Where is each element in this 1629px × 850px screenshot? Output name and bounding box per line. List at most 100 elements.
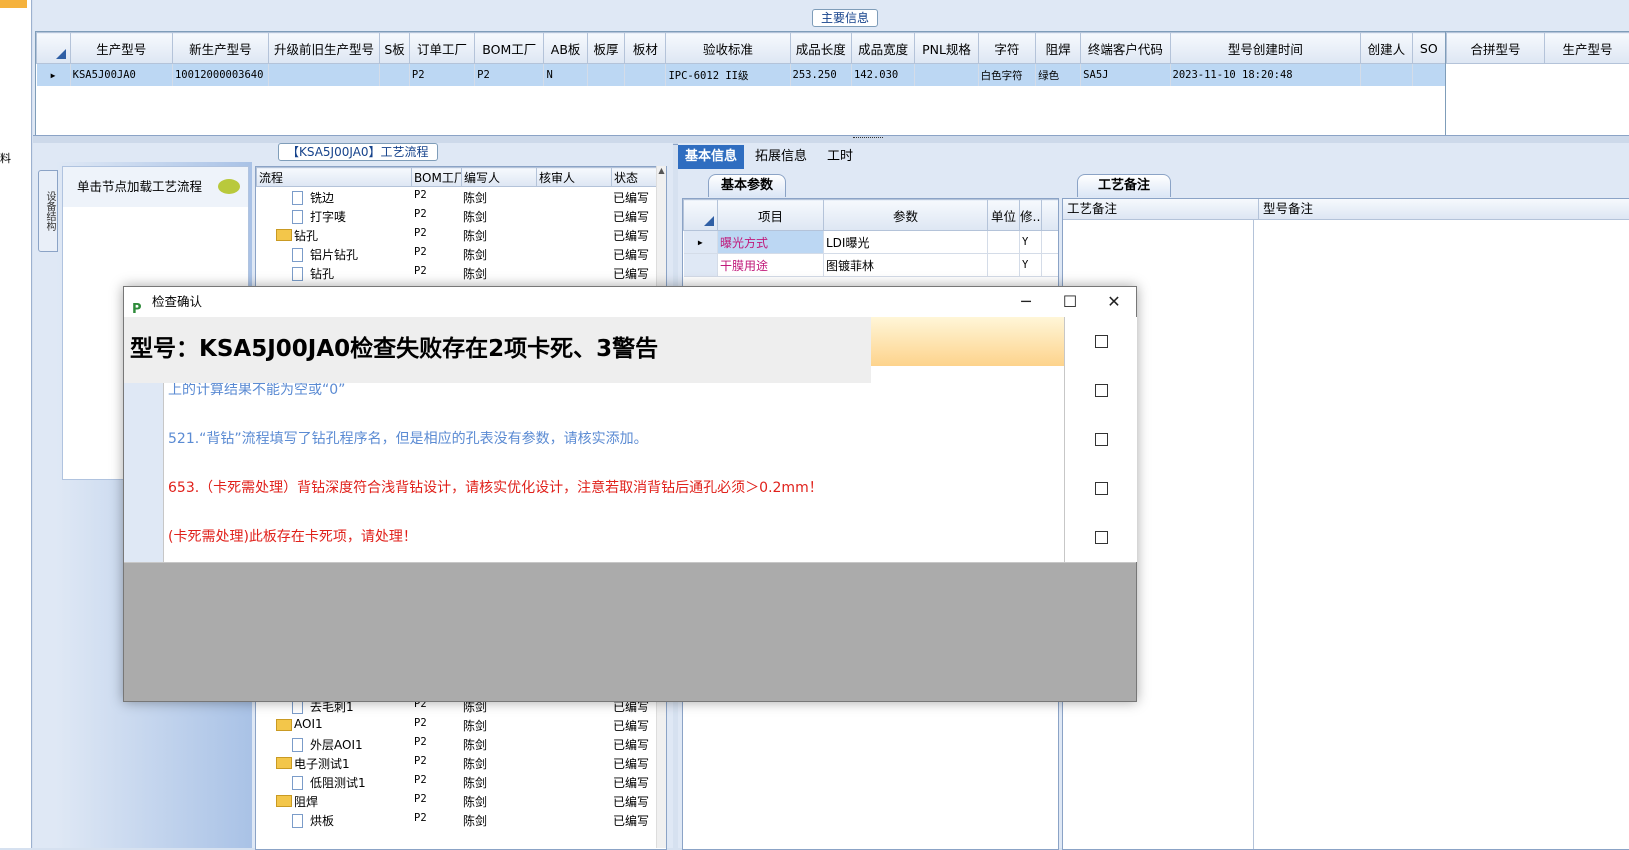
- col-header[interactable]: 订单工厂: [409, 33, 474, 64]
- message-row[interactable]: 521.“背钻”流程填写了钻孔程序名，但是相应的孔表没有参数，请核实添加。: [124, 415, 1136, 465]
- node-hint-header[interactable]: 单击节点加载工艺流程: [63, 167, 248, 207]
- checkbox-cell: [1064, 513, 1137, 562]
- param-mod-cell[interactable]: Y: [1020, 231, 1042, 254]
- confirm-checkbox[interactable]: [1095, 482, 1108, 495]
- col-header[interactable]: 新生产型号: [172, 33, 268, 64]
- maximize-button[interactable]: ☐: [1048, 287, 1092, 317]
- table-cell[interactable]: [1361, 64, 1412, 87]
- tree-row[interactable]: 钻孔P2陈剑已编写: [256, 225, 666, 244]
- table-cell[interactable]: IPC-6012 II级: [666, 64, 790, 87]
- row-indicator-header: [684, 200, 718, 231]
- param-col-header[interactable]: 单位: [988, 200, 1020, 231]
- col-header[interactable]: 成品长度: [790, 33, 851, 64]
- message-row[interactable]: 653.（卡死需处理）背钻深度符合浅背钻设计，请核实优化设计，注意若取消背钻后通…: [124, 464, 1136, 514]
- flow-col-header[interactable]: 流程: [257, 168, 412, 187]
- confirm-checkbox[interactable]: [1095, 433, 1108, 446]
- param-item-cell[interactable]: 曝光方式: [718, 231, 824, 254]
- tree-row[interactable]: 电子测试1P2陈剑已编写: [256, 753, 656, 772]
- col-header[interactable]: BOM工厂: [475, 33, 544, 64]
- document-icon: [292, 700, 303, 714]
- param-unit-cell[interactable]: [988, 231, 1020, 254]
- table-cell[interactable]: 绿色: [1036, 64, 1081, 87]
- col-header[interactable]: PNL规格: [915, 33, 978, 64]
- table-cell[interactable]: N: [544, 64, 587, 87]
- tab-extended-info[interactable]: 拓展信息: [748, 145, 814, 169]
- tree-row[interactable]: 钻孔P2陈剑已编写: [256, 263, 666, 282]
- table-cell[interactable]: [587, 64, 624, 87]
- left-strip: 料: [0, 0, 32, 848]
- table-cell[interactable]: 10012000003640: [172, 64, 268, 87]
- tree-row[interactable]: AOI1P2陈剑已编写: [256, 715, 656, 734]
- message-row[interactable]: (卡死需处理)此板存在卡死项，请处理！: [124, 513, 1136, 563]
- table-cell[interactable]: 142.030: [851, 64, 914, 87]
- tree-row[interactable]: 外层AOI1P2陈剑已编写: [256, 734, 656, 753]
- col-header[interactable]: 型号创建时间: [1170, 33, 1361, 64]
- col-header[interactable]: 生产型号: [70, 33, 172, 64]
- param-value-cell[interactable]: 图镀菲林: [824, 254, 988, 277]
- col-header[interactable]: 成品宽度: [851, 33, 914, 64]
- param-col-header[interactable]: 参数: [824, 200, 988, 231]
- side-tab-structure[interactable]: 设备结构: [38, 170, 58, 252]
- confirm-checkbox[interactable]: [1095, 384, 1108, 397]
- flow-col-header[interactable]: BOM工厂: [412, 168, 462, 187]
- col-header[interactable]: 阻焊: [1036, 33, 1081, 64]
- flow-col-header[interactable]: 编写人: [462, 168, 537, 187]
- tree-row[interactable]: 打字唛P2陈剑已编写: [256, 206, 666, 225]
- table-cell[interactable]: [915, 64, 978, 87]
- param-value-cell[interactable]: LDI曝光: [824, 231, 988, 254]
- col-header[interactable]: 创建人: [1361, 33, 1412, 64]
- dialog-title-bar[interactable]: P 检查确认 ─ ☐ ✕: [124, 287, 1136, 317]
- table-cell[interactable]: P2: [409, 64, 474, 87]
- param-unit-cell[interactable]: [988, 254, 1020, 277]
- flow-col-header[interactable]: 核审人: [537, 168, 612, 187]
- col-header[interactable]: SO: [1412, 33, 1445, 64]
- subtab-process-notes[interactable]: 工艺备注: [1077, 174, 1171, 197]
- table-row[interactable]: ▶ KSA5J00JA010012000003640P2P2NIPC-6012 …: [37, 64, 1446, 87]
- col-header[interactable]: AB板: [544, 33, 587, 64]
- tree-row[interactable]: 阻焊P2陈剑已编写: [256, 791, 656, 810]
- col-header[interactable]: 板厚: [587, 33, 624, 64]
- col-header[interactable]: 字符: [978, 33, 1035, 64]
- table-cell[interactable]: 2023-11-10 18:20:48: [1170, 64, 1361, 87]
- flow-header-row: 流程BOM工厂编写人核审人状态: [257, 168, 657, 187]
- col-header[interactable]: 验收标准: [666, 33, 790, 64]
- param-col-header[interactable]: 修...: [1020, 200, 1042, 231]
- close-button[interactable]: ✕: [1092, 287, 1136, 317]
- tree-row[interactable]: 烘板P2陈剑已编写: [256, 810, 656, 829]
- table-cell[interactable]: [1412, 64, 1445, 87]
- param-row[interactable]: ▶曝光方式LDI曝光Y: [684, 231, 1059, 254]
- main-info-grid[interactable]: 生产型号新生产型号升级前旧生产型号S板订单工厂BOM工厂AB板板厚板材验收标准成…: [35, 31, 1447, 137]
- table-cell[interactable]: SA5J: [1081, 64, 1170, 87]
- scroll-up-icon[interactable]: ▲: [657, 166, 666, 175]
- confirm-checkbox[interactable]: [1095, 335, 1108, 348]
- merge-col-header[interactable]: 合拼型号: [1447, 33, 1545, 64]
- table-cell[interactable]: [625, 64, 666, 87]
- confirm-checkbox[interactable]: [1095, 531, 1108, 544]
- tree-row[interactable]: 铝片钻孔P2陈剑已编写: [256, 244, 666, 263]
- table-cell[interactable]: [380, 64, 410, 87]
- model-notes-field[interactable]: [1257, 221, 1629, 845]
- param-col-header[interactable]: 项目: [718, 200, 824, 231]
- tab-basic-info[interactable]: 基本信息: [678, 145, 744, 169]
- merge-col-header[interactable]: 生产型号: [1545, 33, 1629, 64]
- merge-grid[interactable]: 合拼型号生产型号: [1445, 31, 1629, 137]
- minimize-button[interactable]: ─: [1004, 287, 1048, 317]
- param-row[interactable]: 干膜用途图镀菲林 Y: [684, 254, 1059, 277]
- table-cell[interactable]: KSA5J00JA0: [70, 64, 172, 87]
- subtab-basic-params[interactable]: 基本参数: [708, 174, 786, 197]
- table-cell[interactable]: [268, 64, 379, 87]
- tab-work-hours[interactable]: 工时: [820, 145, 860, 169]
- tree-row[interactable]: 铣边P2陈剑已编写: [256, 187, 666, 206]
- tree-row[interactable]: 低阻测试1P2陈剑已编写: [256, 772, 656, 791]
- col-header[interactable]: 终端客户代码: [1081, 33, 1170, 64]
- param-mod-cell[interactable]: Y: [1020, 254, 1042, 277]
- col-header[interactable]: 板材: [625, 33, 666, 64]
- param-item-cell[interactable]: 干膜用途: [718, 254, 824, 277]
- table-cell[interactable]: P2: [475, 64, 544, 87]
- status-cell: 已编写: [613, 189, 649, 206]
- flow-col-header[interactable]: 状态: [612, 168, 657, 187]
- table-cell[interactable]: 253.250: [790, 64, 851, 87]
- table-cell[interactable]: 白色字符: [978, 64, 1035, 87]
- col-header[interactable]: S板: [380, 33, 410, 64]
- col-header[interactable]: 升级前旧生产型号: [268, 33, 379, 64]
